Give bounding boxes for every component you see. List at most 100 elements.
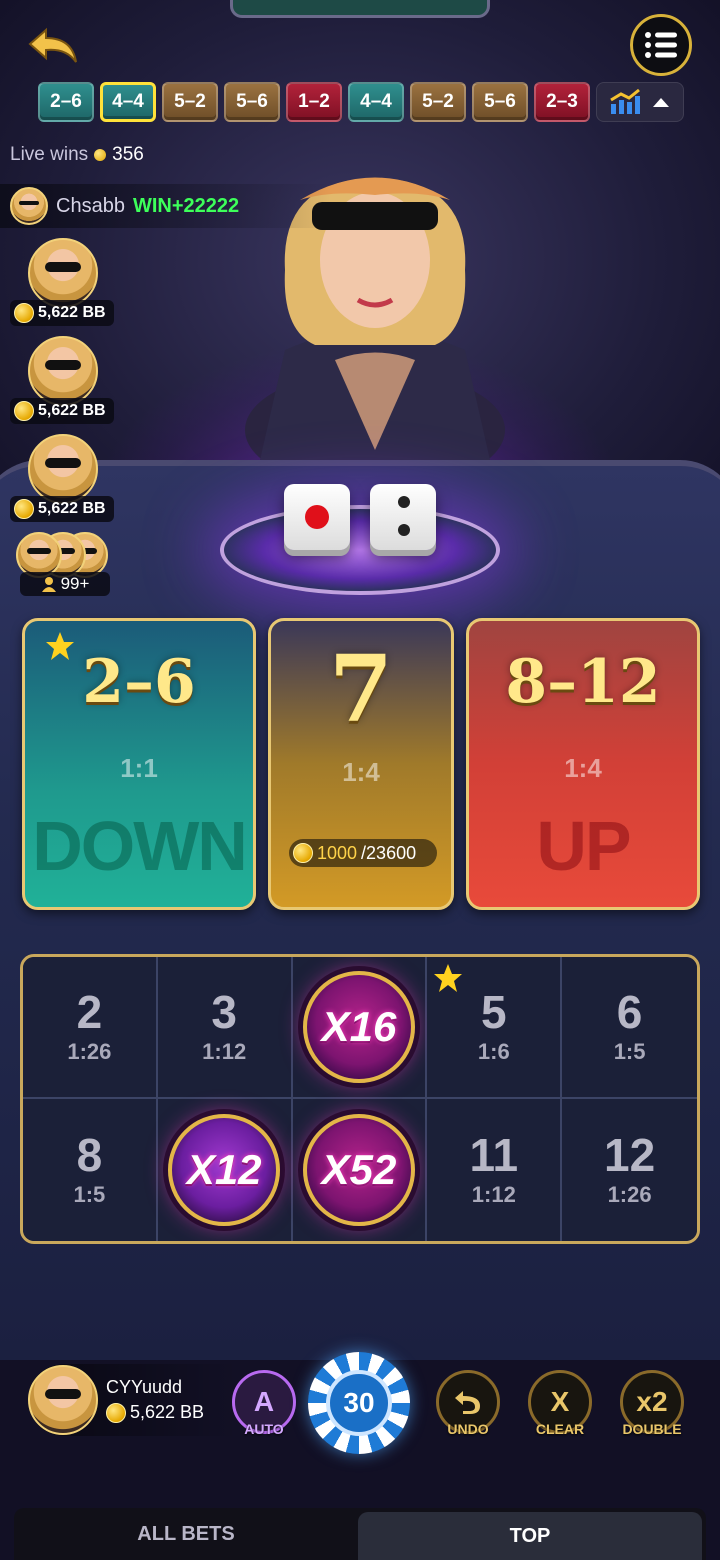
undo-button[interactable]: UNDO — [436, 1370, 500, 1437]
number-value: 2 — [76, 986, 103, 1038]
bet-label: DOWN — [32, 807, 248, 885]
winner-amount: WIN+22222 — [132, 194, 240, 217]
seat-balance: 5,622 BB — [10, 496, 114, 522]
bet-down-card[interactable]: 2–6 1:1 DOWN — [22, 618, 256, 910]
back-arrow-icon — [28, 27, 77, 63]
online-count-value: 99+ — [60, 574, 90, 593]
die-pip — [305, 505, 329, 529]
multiplier-badge: X52 — [302, 1114, 415, 1226]
number-value: 5 — [480, 986, 507, 1038]
history-chip[interactable]: 2–6 — [38, 82, 94, 122]
player-info[interactable]: CYYuudd 5,622 BB — [28, 1364, 238, 1436]
menu-button[interactable] — [630, 14, 692, 76]
clear-button[interactable]: X CLEAR — [528, 1370, 592, 1437]
trend-button[interactable] — [596, 82, 684, 122]
tab-all-bets[interactable]: ALL BETS — [14, 1508, 358, 1560]
number-odds: 1:6 — [477, 1039, 510, 1064]
seat-balance: 5,622 BB — [10, 398, 114, 424]
number-value: 11 — [469, 1129, 519, 1181]
player-balance: 5,622 BB — [106, 1402, 204, 1423]
online-count: 99+ — [20, 572, 110, 596]
trend-chart-icon — [610, 88, 640, 114]
result-history: 2–6 4–4 5–2 5–6 1–2 4–4 5–2 5–6 2–3 — [38, 82, 684, 124]
number-odds: 1:5 — [613, 1039, 646, 1064]
coin-icon — [293, 843, 313, 863]
die-pip — [398, 524, 410, 536]
tab-top[interactable]: TOP — [358, 1512, 702, 1560]
number-odds: 1:12 — [202, 1039, 247, 1064]
player-seat[interactable]: 5,622 BB — [10, 434, 114, 522]
bet-odds: 1:1 — [120, 753, 158, 783]
number-cell-6[interactable]: 6 1:5 — [562, 957, 697, 1099]
seat-balance-value: 5,622 BB — [38, 402, 106, 419]
dice-platform — [220, 505, 500, 595]
avatar — [10, 187, 48, 225]
coin-icon — [94, 149, 107, 161]
clear-label: CLEAR — [535, 1421, 585, 1437]
number-odds: 1:12 — [471, 1182, 516, 1207]
history-chip[interactable]: 2–3 — [534, 82, 590, 122]
die-2 — [370, 484, 436, 550]
number-value: 12 — [604, 1129, 656, 1181]
my-bet-amount: 1000 — [317, 842, 358, 863]
multiplier-badge: X16 — [302, 971, 415, 1083]
live-wins-label: Live wins — [10, 144, 89, 165]
menu-list-icon — [645, 32, 677, 58]
back-button[interactable] — [24, 24, 84, 68]
coin-icon — [14, 499, 34, 519]
number-cell-9[interactable]: X12 — [157, 1099, 293, 1241]
winner-name: Chsabb — [56, 194, 125, 217]
seat-balance-value: 5,622 BB — [38, 304, 106, 321]
number-cell-2[interactable]: 2 1:26 — [23, 957, 158, 1099]
player-name: CYYuudd — [106, 1377, 183, 1397]
auto-icon: A — [253, 1386, 275, 1417]
number-cell-8[interactable]: 8 1:5 — [23, 1099, 158, 1241]
history-chip[interactable]: 5–6 — [472, 82, 528, 122]
bet-range: 8–12 — [505, 647, 661, 717]
multiplier-badge: X12 — [168, 1114, 281, 1226]
number-cell-10[interactable]: X52 — [292, 1099, 428, 1241]
coin-icon — [14, 401, 34, 421]
bottom-tabs: ALL BETS TOP — [14, 1508, 706, 1560]
number-bet-grid: 2 1:26 3 1:12 X16 5 1:6 6 1:5 8 1:5 X12 … — [20, 954, 700, 1244]
number-cell-12[interactable]: 12 1:26 — [562, 1099, 697, 1241]
seat-balance-value: 5,622 BB — [38, 500, 106, 517]
chip-value: 30 — [326, 1370, 392, 1436]
number-value: 3 — [211, 986, 237, 1038]
history-chip[interactable]: 5–2 — [162, 82, 218, 122]
people-icon — [41, 577, 56, 592]
bet-seven-card[interactable]: 7 1:4 1000/23600 — [268, 618, 454, 910]
bet-pool: 1000/23600 — [289, 839, 437, 867]
auto-label: AUTO — [244, 1421, 284, 1437]
bet-odds: 1:4 — [342, 757, 380, 787]
player-avatar — [28, 1365, 98, 1435]
double-button[interactable]: x2 DOUBLE — [620, 1370, 684, 1437]
recent-win: Chsabb WIN+22222 — [0, 184, 330, 228]
number-cell-3[interactable]: 3 1:12 — [157, 957, 293, 1099]
number-cell-5[interactable]: 5 1:6 — [427, 957, 563, 1099]
coin-icon — [14, 303, 34, 323]
number-odds: 1:26 — [607, 1182, 652, 1207]
history-chip[interactable]: 5–2 — [410, 82, 466, 122]
history-chip[interactable]: 4–4 — [348, 82, 404, 122]
online-players[interactable]: 99+ — [12, 532, 112, 598]
player-seat[interactable]: 5,622 BB — [10, 336, 114, 424]
top-screen-decor — [230, 0, 490, 18]
bet-up-card[interactable]: 8–12 1:4 UP — [466, 618, 700, 910]
bet-label: UP — [536, 807, 631, 885]
player-balance-value: 5,622 BB — [130, 1402, 205, 1422]
live-wins: Live wins 356 — [10, 144, 144, 166]
number-cell-11[interactable]: 11 1:12 — [427, 1099, 563, 1241]
history-chip[interactable]: 1–2 — [286, 82, 342, 122]
star-icon — [434, 964, 463, 992]
undo-label: UNDO — [447, 1421, 489, 1437]
double-icon: x2 — [636, 1386, 668, 1417]
clear-icon: X — [550, 1386, 570, 1417]
player-seat[interactable]: 5,622 BB — [10, 238, 114, 326]
double-label: DOUBLE — [622, 1421, 682, 1437]
chip-selector[interactable]: 30 — [308, 1352, 410, 1454]
history-chip-selected[interactable]: 4–4 — [100, 82, 156, 122]
auto-button[interactable]: A AUTO — [232, 1370, 296, 1437]
history-chip[interactable]: 5–6 — [224, 82, 280, 122]
number-cell-4[interactable]: X16 — [292, 957, 428, 1099]
